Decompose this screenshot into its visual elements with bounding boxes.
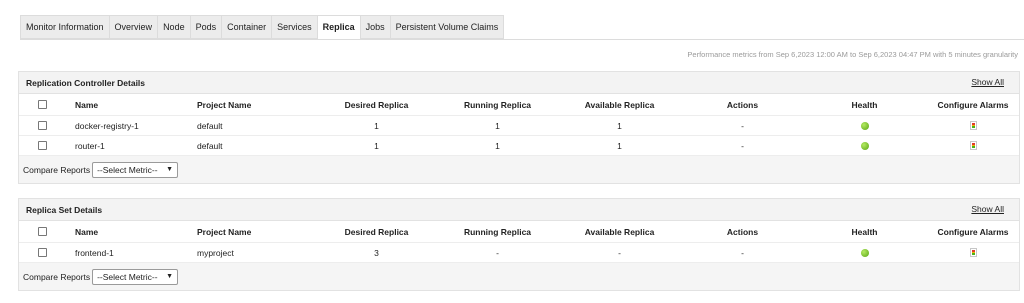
column-header-actions: Actions	[726, 99, 759, 110]
table-header-row: Name Project Name Desired Replica Runnin…	[19, 221, 1019, 243]
column-header-available: Available Replica	[584, 226, 655, 237]
select-metric-value: --Select Metric--	[97, 271, 158, 282]
row-actions: -	[741, 120, 744, 131]
row-desired: 3	[374, 247, 379, 258]
compare-reports-label: Compare Reports	[23, 164, 91, 175]
column-header-name: Name	[75, 226, 99, 237]
row-desired: 1	[374, 140, 379, 151]
column-header-actions: Actions	[726, 226, 759, 237]
tab-divider	[20, 39, 1024, 40]
row-desired: 1	[374, 120, 379, 131]
show-all-link[interactable]: Show All	[971, 77, 1004, 87]
row-project: myproject	[197, 247, 234, 258]
tab-persistent-volume-claims[interactable]: Persistent Volume Claims	[389, 15, 505, 39]
select-metric-dropdown[interactable]: --Select Metric-- ▼	[92, 161, 179, 178]
compare-reports-bar: Compare Reports --Select Metric-- ▼	[19, 263, 1019, 290]
select-all-checkbox[interactable]	[38, 100, 47, 109]
row-checkbox[interactable]	[38, 248, 47, 257]
chevron-down-icon: ▼	[166, 166, 174, 173]
panel-title: Replication Controller Details	[26, 78, 146, 88]
column-header-health: Health	[851, 99, 878, 110]
select-metric-dropdown[interactable]: --Select Metric-- ▼	[92, 268, 179, 285]
column-header-project: Project Name	[197, 99, 252, 110]
replica-set-panel: Replica Set Details Show All Name Projec…	[18, 198, 1020, 291]
health-dot-icon	[860, 141, 869, 150]
table-row: router-1 default 1 1 1 -	[19, 136, 1019, 156]
tab-container[interactable]: Container	[221, 15, 272, 39]
column-header-running: Running Replica	[463, 99, 532, 110]
column-header-alarms: Configure Alarms	[937, 99, 1009, 110]
tab-pods[interactable]: Pods	[189, 15, 222, 39]
column-header-alarms: Configure Alarms	[937, 226, 1009, 237]
row-project: default	[197, 140, 223, 151]
panel-title: Replica Set Details	[26, 205, 103, 215]
traffic-light-icon[interactable]	[969, 121, 977, 130]
column-header-desired: Desired Replica	[344, 226, 409, 237]
column-header-name: Name	[75, 99, 99, 110]
table-header-row: Name Project Name Desired Replica Runnin…	[19, 94, 1019, 116]
row-running: -	[496, 247, 499, 258]
panel-header: Replication Controller Details Show All	[19, 72, 1019, 94]
health-dot-icon	[860, 248, 869, 257]
column-header-project: Project Name	[197, 226, 252, 237]
table-row: frontend-1 myproject 3 - - -	[19, 243, 1019, 263]
row-project: default	[197, 120, 223, 131]
tab-node[interactable]: Node	[157, 15, 190, 39]
tab-replica[interactable]: Replica	[316, 15, 360, 40]
tab-bar: Monitor Information Overview Node Pods C…	[20, 15, 505, 40]
compare-reports-bar: Compare Reports --Select Metric-- ▼	[19, 156, 1019, 183]
panel-header: Replica Set Details Show All	[19, 199, 1019, 221]
health-dot-icon	[860, 121, 869, 130]
row-name[interactable]: docker-registry-1	[75, 116, 139, 135]
row-running: 1	[495, 140, 500, 151]
row-available: -	[618, 247, 621, 258]
select-all-checkbox[interactable]	[38, 227, 47, 236]
row-name[interactable]: router-1	[75, 136, 105, 155]
row-available: 1	[617, 120, 622, 131]
column-header-running: Running Replica	[463, 226, 532, 237]
replication-controller-panel: Replication Controller Details Show All …	[18, 71, 1020, 184]
row-running: 1	[495, 120, 500, 131]
tab-jobs[interactable]: Jobs	[359, 15, 390, 39]
traffic-light-icon[interactable]	[969, 141, 977, 150]
traffic-light-icon[interactable]	[969, 248, 977, 257]
row-name[interactable]: frontend-1	[75, 243, 114, 262]
chevron-down-icon: ▼	[166, 273, 174, 280]
show-all-link[interactable]: Show All	[971, 204, 1004, 214]
row-actions: -	[741, 247, 744, 258]
row-checkbox[interactable]	[38, 121, 47, 130]
row-actions: -	[741, 140, 744, 151]
tab-overview[interactable]: Overview	[108, 15, 158, 39]
tab-services[interactable]: Services	[271, 15, 317, 39]
performance-metrics-note: Performance metrics from Sep 6,2023 12:0…	[687, 50, 1018, 59]
tab-monitor-information[interactable]: Monitor Information	[20, 15, 109, 39]
compare-reports-label: Compare Reports	[23, 271, 91, 282]
row-checkbox[interactable]	[38, 141, 47, 150]
select-metric-value: --Select Metric--	[97, 164, 158, 175]
column-header-available: Available Replica	[584, 99, 655, 110]
column-header-desired: Desired Replica	[344, 99, 409, 110]
column-header-health: Health	[851, 226, 878, 237]
row-available: 1	[617, 140, 622, 151]
table-row: docker-registry-1 default 1 1 1 -	[19, 116, 1019, 136]
